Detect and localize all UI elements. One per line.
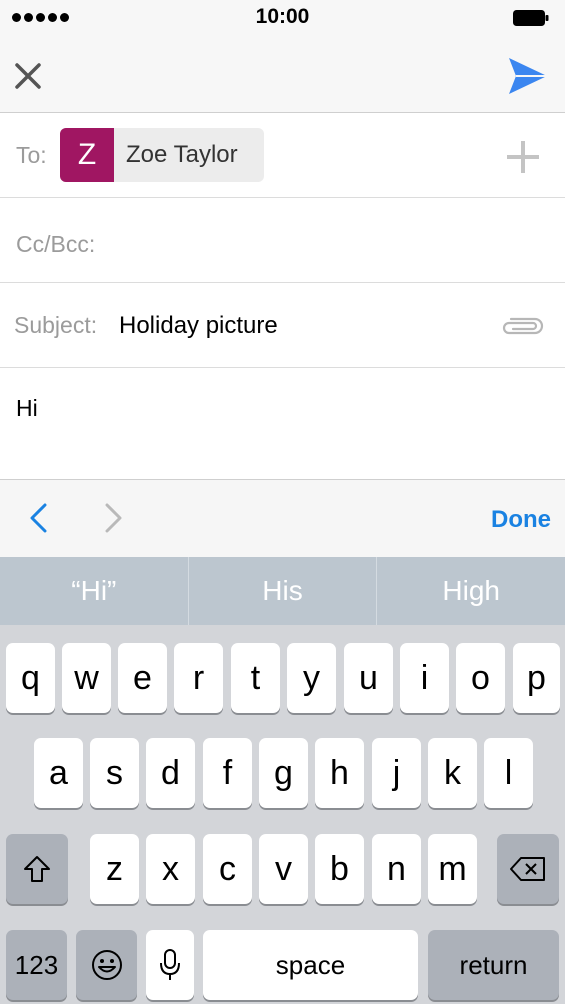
key-n[interactable]: n <box>372 834 421 904</box>
status-bar: 10:00 <box>0 0 565 36</box>
keyboard-toolbar: Done <box>0 479 565 558</box>
key-r[interactable]: r <box>174 643 223 713</box>
chevron-right-icon[interactable] <box>104 502 124 534</box>
key-k[interactable]: k <box>428 738 477 808</box>
key-t[interactable]: t <box>231 643 280 713</box>
cc-bcc-row[interactable]: Cc/Bcc: <box>0 198 565 283</box>
message-body[interactable]: Hi <box>16 395 38 422</box>
suggestion-item[interactable]: High <box>377 557 565 625</box>
numbers-key[interactable]: 123 <box>6 930 67 1000</box>
suggestion-bar: “Hi” His High <box>0 557 565 625</box>
key-s[interactable]: s <box>90 738 139 808</box>
cc-bcc-label: Cc/Bcc: <box>16 231 96 257</box>
key-g[interactable]: g <box>259 738 308 808</box>
key-l[interactable]: l <box>484 738 533 808</box>
close-icon[interactable] <box>10 58 46 94</box>
key-e[interactable]: e <box>118 643 167 713</box>
key-o[interactable]: o <box>456 643 505 713</box>
key-p[interactable]: p <box>513 643 560 713</box>
send-icon[interactable] <box>507 56 549 96</box>
paperclip-icon[interactable] <box>499 315 545 337</box>
compose-nav-bar <box>0 36 565 113</box>
chevron-left-icon[interactable] <box>28 502 48 534</box>
key-z[interactable]: z <box>90 834 139 904</box>
status-time: 10:00 <box>255 5 310 28</box>
key-u[interactable]: u <box>344 643 393 713</box>
key-h[interactable]: h <box>315 738 364 808</box>
to-row[interactable]: To: Z Zoe Taylor <box>0 113 565 198</box>
subject-label: Subject: <box>14 312 98 338</box>
done-button[interactable]: Done <box>491 506 551 534</box>
space-key[interactable]: space <box>203 930 418 1000</box>
suggestion-item[interactable]: “Hi” <box>0 557 189 625</box>
battery-icon <box>513 10 549 26</box>
key-c[interactable]: c <box>203 834 252 904</box>
plus-icon[interactable] <box>505 139 541 175</box>
keyboard: q w e r t y u i o p a s d f g h j k l z … <box>0 625 565 1004</box>
key-d[interactable]: d <box>146 738 195 808</box>
key-q[interactable]: q <box>6 643 55 713</box>
key-m[interactable]: m <box>428 834 477 904</box>
to-label: To: <box>16 142 47 168</box>
microphone-key[interactable] <box>146 930 194 1000</box>
delete-key[interactable] <box>497 834 559 904</box>
recipient-chip[interactable]: Z Zoe Taylor <box>60 128 264 182</box>
shift-icon <box>24 856 50 882</box>
key-x[interactable]: x <box>146 834 195 904</box>
subject-row[interactable]: Subject: Holiday picture <box>0 283 565 368</box>
key-y[interactable]: y <box>287 643 336 713</box>
key-f[interactable]: f <box>203 738 252 808</box>
microphone-icon <box>160 949 180 980</box>
recipient-avatar: Z <box>60 128 114 182</box>
recipient-name: Zoe Taylor <box>126 141 238 168</box>
key-b[interactable]: b <box>315 834 364 904</box>
emoji-icon <box>91 950 122 980</box>
emoji-key[interactable] <box>76 930 137 1000</box>
key-a[interactable]: a <box>34 738 83 808</box>
suggestion-item[interactable]: His <box>189 557 378 625</box>
delete-icon <box>510 857 545 881</box>
subject-input[interactable]: Holiday picture <box>119 312 278 340</box>
key-j[interactable]: j <box>372 738 421 808</box>
key-w[interactable]: w <box>62 643 111 713</box>
shift-key[interactable] <box>6 834 68 904</box>
key-i[interactable]: i <box>400 643 449 713</box>
return-key[interactable]: return <box>428 930 559 1000</box>
key-v[interactable]: v <box>259 834 308 904</box>
